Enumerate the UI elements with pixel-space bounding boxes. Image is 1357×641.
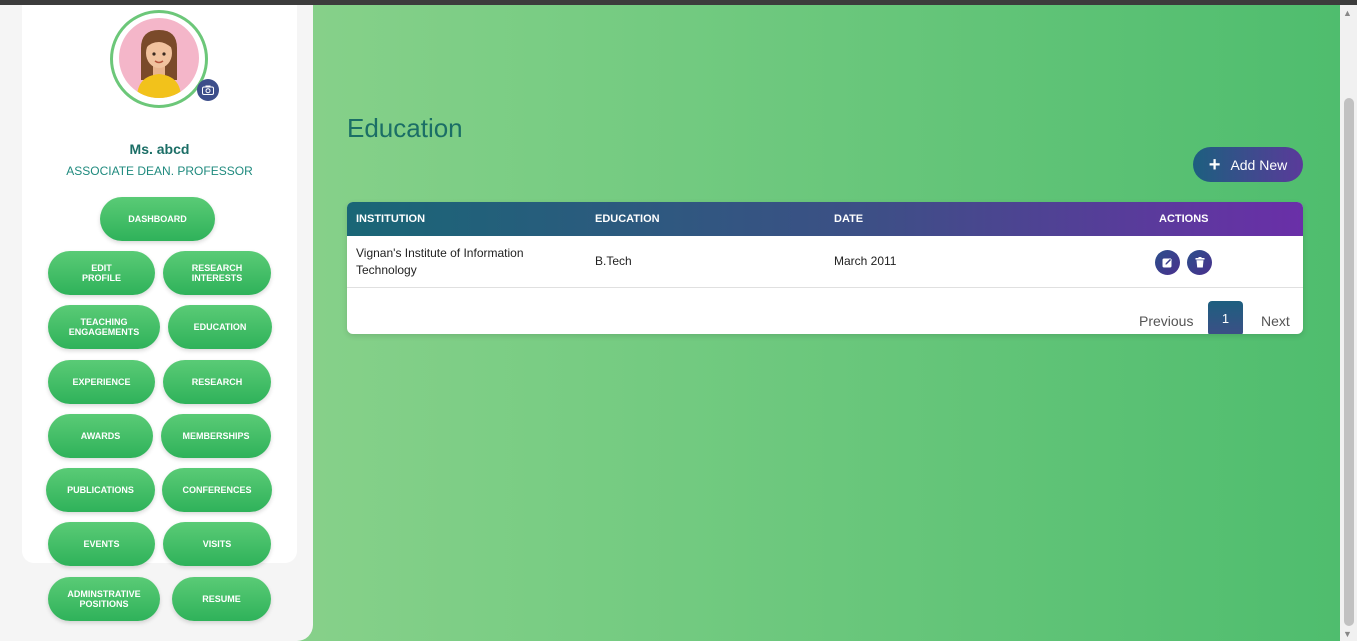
nav-conferences[interactable]: CONFERENCES	[162, 468, 272, 512]
edit-button[interactable]	[1155, 250, 1180, 275]
nav-administrative-positions[interactable]: ADMINSTRATIVE POSITIONS	[48, 577, 160, 621]
camera-icon	[202, 85, 214, 95]
pagination-page-1[interactable]: 1	[1208, 301, 1243, 334]
page-title: Education	[347, 113, 463, 143]
pagination-next[interactable]: Next	[1261, 313, 1290, 329]
column-header-education: EDUCATION	[595, 213, 660, 225]
cell-institution: Vignan's Institute of Information Techno…	[356, 246, 524, 277]
nav-experience[interactable]: EXPERIENCE	[48, 360, 155, 404]
profile-name: Ms. abcd	[129, 141, 190, 157]
nav-awards[interactable]: AWARDS	[48, 414, 153, 458]
trash-icon	[1195, 257, 1204, 268]
edit-icon	[1162, 258, 1172, 268]
nav-resume[interactable]: RESUME	[172, 577, 271, 621]
nav-visits[interactable]: VISITS	[163, 522, 271, 566]
cell-education: B.Tech	[595, 254, 632, 268]
pagination-previous[interactable]: Previous	[1139, 313, 1193, 329]
avatar	[119, 18, 199, 98]
education-table: INSTITUTION EDUCATION DATE ACTIONS Vigna…	[347, 202, 1303, 334]
nav-publications[interactable]: PUBLICATIONS	[46, 468, 155, 512]
scroll-down-arrow-icon[interactable]: ▼	[1343, 629, 1352, 639]
scrollbar-thumb[interactable]	[1344, 98, 1354, 626]
nav-memberships[interactable]: MEMBERSHIPS	[161, 414, 271, 458]
column-header-actions: ACTIONS	[1159, 213, 1209, 225]
column-header-institution: INSTITUTION	[356, 213, 426, 225]
add-new-button[interactable]: + Add New	[1193, 147, 1303, 182]
cell-date: March 2011	[834, 254, 897, 268]
profile-role: ASSOCIATE DEAN. PROFESSOR	[66, 164, 253, 178]
nav-edit-profile[interactable]: EDIT PROFILE	[48, 251, 155, 295]
nav-teaching-engagements[interactable]: TEACHING ENGAGEMENTS	[48, 305, 160, 349]
table-header: INSTITUTION EDUCATION DATE ACTIONS	[347, 202, 1303, 236]
nav-research-interests[interactable]: RESEARCH INTERESTS	[163, 251, 271, 295]
nav-education[interactable]: EDUCATION	[168, 305, 272, 349]
change-photo-button[interactable]	[197, 79, 219, 101]
add-new-label: Add New	[1230, 156, 1288, 173]
scroll-up-arrow-icon[interactable]: ▲	[1343, 8, 1352, 18]
plus-icon: +	[1208, 153, 1221, 176]
column-header-date: DATE	[834, 213, 864, 225]
nav-research[interactable]: RESEARCH	[163, 360, 271, 404]
delete-button[interactable]	[1187, 250, 1212, 275]
nav-events[interactable]: EVENTS	[48, 522, 155, 566]
nav-dashboard[interactable]: DASHBOARD	[100, 197, 215, 241]
